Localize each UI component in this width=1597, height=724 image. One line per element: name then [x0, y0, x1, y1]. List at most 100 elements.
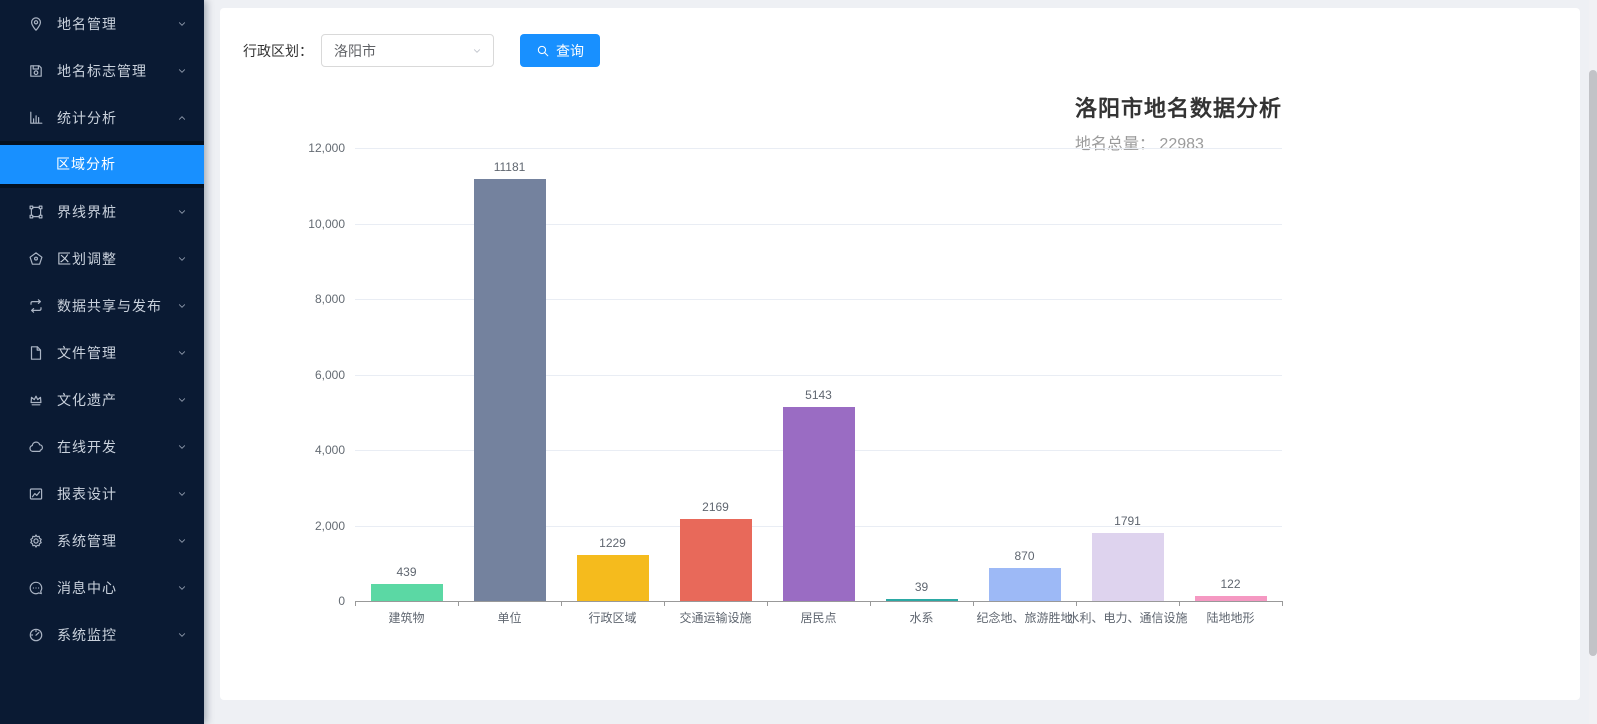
boundary-frame-icon: [28, 204, 44, 220]
bar-value-label: 1791: [1076, 514, 1179, 528]
x-axis-label: 水利、电力、通信设施: [1067, 609, 1187, 626]
bar-value-label: 870: [973, 549, 1076, 563]
sidebar-item-10[interactable]: 系统管理: [0, 517, 204, 564]
sidebar-item-12[interactable]: 系统监控: [0, 611, 204, 658]
sidebar-item-9[interactable]: 报表设计: [0, 470, 204, 517]
chevron-down-icon: [176, 441, 188, 453]
sidebar-item-0[interactable]: 地名管理: [0, 0, 204, 47]
y-axis-label: 4,000: [220, 443, 345, 457]
sidebar-subitem-2-0[interactable]: 区域分析: [0, 145, 204, 184]
main-content: 行政区划： 洛阳市 查询 洛阳市地名数据分析 地名总量： 22983 02,00…: [204, 0, 1597, 724]
chevron-down-icon: [176, 18, 188, 30]
sidebar-item-6[interactable]: 文件管理: [0, 329, 204, 376]
crown-icon: [28, 392, 44, 408]
bar-value-label: 2169: [664, 500, 767, 514]
bar-chart-icon: [28, 110, 44, 126]
bar-6[interactable]: [989, 568, 1061, 601]
sidebar-item-8[interactable]: 在线开发: [0, 423, 204, 470]
gauge-icon: [28, 627, 44, 643]
bar-value-label: 1229: [561, 536, 664, 550]
report-chart-icon: [28, 486, 44, 502]
sidebar-item-label: 在线开发: [57, 437, 176, 457]
file-icon: [28, 345, 44, 361]
bar-8[interactable]: [1195, 596, 1267, 601]
bar-7[interactable]: [1092, 533, 1164, 601]
bar-value-label: 5143: [767, 388, 870, 402]
message-icon: [28, 580, 44, 596]
bar-5[interactable]: [886, 599, 958, 601]
vertical-scrollbar[interactable]: [1589, 0, 1597, 724]
x-axis-label: 水系: [909, 609, 933, 626]
scrollbar-thumb[interactable]: [1589, 70, 1597, 656]
sidebar: 地名管理地名标志管理统计分析区域分析界线界桩区划调整数据共享与发布文件管理文化遗…: [0, 0, 204, 724]
chevron-down-icon: [176, 206, 188, 218]
x-axis-tick: [561, 601, 562, 606]
chevron-down-icon: [176, 582, 188, 594]
save-icon: [28, 63, 44, 79]
x-axis-tick: [870, 601, 871, 606]
gear-icon: [28, 533, 44, 549]
y-axis-label: 8,000: [220, 292, 345, 306]
sidebar-item-2[interactable]: 统计分析: [0, 94, 204, 141]
bar-1[interactable]: [474, 179, 546, 601]
chevron-down-icon: [176, 488, 188, 500]
chevron-down-icon: [176, 347, 188, 359]
gridline: [355, 148, 1282, 149]
x-axis-label: 单位: [497, 609, 521, 626]
x-axis-label: 纪念地、旅游胜地: [976, 609, 1072, 626]
x-axis-tick: [664, 601, 665, 606]
chevron-down-icon: [176, 629, 188, 641]
sidebar-item-label: 统计分析: [57, 108, 176, 128]
chevron-down-icon: [176, 535, 188, 547]
sidebar-item-1[interactable]: 地名标志管理: [0, 47, 204, 94]
x-axis-label: 交通运输设施: [679, 609, 751, 626]
y-axis-label: 12,000: [220, 141, 345, 155]
chevron-down-icon: [176, 394, 188, 406]
y-axis-label: 10,000: [220, 217, 345, 231]
sync-icon: [28, 298, 44, 314]
y-axis-label: 2,000: [220, 519, 345, 533]
bar-chart: 0 2,000 4,000 6,000 8,000 10,000 12,000 439 建筑物 1…: [220, 8, 1580, 700]
chevron-down-icon: [176, 65, 188, 77]
x-axis-tick: [1282, 601, 1283, 606]
sidebar-item-11[interactable]: 消息中心: [0, 564, 204, 611]
sidebar-item-label: 系统监控: [57, 625, 176, 645]
sidebar-item-3[interactable]: 界线界桩: [0, 188, 204, 235]
sidebar-item-7[interactable]: 文化遗产: [0, 376, 204, 423]
sidebar-submenu: 区域分析: [0, 141, 204, 188]
x-axis-label: 陆地地形: [1206, 609, 1254, 626]
x-axis-label: 居民点: [800, 609, 836, 626]
sidebar-item-label: 地名管理: [57, 14, 176, 34]
cloud-icon: [28, 439, 44, 455]
sidebar-menu: 地名管理地名标志管理统计分析区域分析界线界桩区划调整数据共享与发布文件管理文化遗…: [0, 0, 204, 658]
bar-value-label: 439: [355, 565, 458, 579]
bar-value-label: 122: [1179, 577, 1282, 591]
sidebar-item-label: 区划调整: [57, 249, 176, 269]
bar-2[interactable]: [577, 555, 649, 601]
sidebar-item-label: 界线界桩: [57, 202, 176, 222]
sidebar-item-label: 数据共享与发布: [57, 296, 176, 316]
sidebar-item-5[interactable]: 数据共享与发布: [0, 282, 204, 329]
location-pin-icon: [28, 16, 44, 32]
x-axis-tick: [355, 601, 356, 606]
bar-4[interactable]: [783, 407, 855, 601]
bar-3[interactable]: [680, 519, 752, 601]
y-axis-label: 6,000: [220, 368, 345, 382]
chevron-down-icon: [176, 253, 188, 265]
sidebar-item-label: 文化遗产: [57, 390, 176, 410]
x-axis-label: 建筑物: [388, 609, 424, 626]
sidebar-item-label: 文件管理: [57, 343, 176, 363]
x-axis-label: 行政区域: [588, 609, 636, 626]
pentagon-icon: [28, 251, 44, 267]
chevron-up-icon: [176, 112, 188, 124]
sidebar-item-4[interactable]: 区划调整: [0, 235, 204, 282]
x-axis-tick: [1076, 601, 1077, 606]
content-card: 行政区划： 洛阳市 查询 洛阳市地名数据分析 地名总量： 22983 02,00…: [220, 8, 1580, 700]
chevron-down-icon: [176, 300, 188, 312]
sidebar-item-label: 报表设计: [57, 484, 176, 504]
x-axis-line: [355, 601, 1282, 602]
sidebar-item-label: 地名标志管理: [57, 61, 176, 81]
x-axis-tick: [1179, 601, 1180, 606]
y-axis-label: 0: [220, 594, 345, 608]
bar-0[interactable]: [371, 584, 443, 601]
